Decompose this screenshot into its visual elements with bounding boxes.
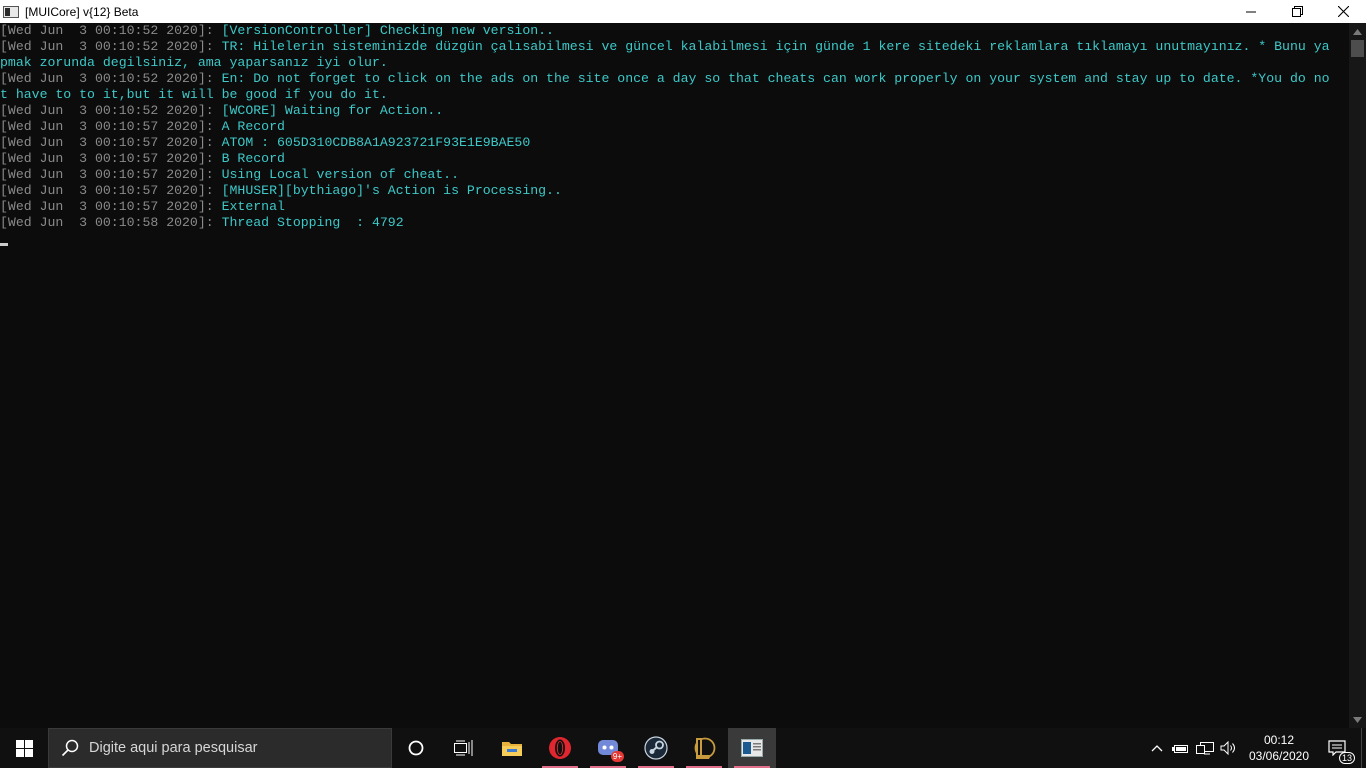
task-view-icon [454,740,473,756]
console-window-icon [3,5,19,18]
window-title: [MUICore] v{12} Beta [25,4,139,19]
log-message: Using Local version of cheat.. [221,167,460,182]
steam-button[interactable] [632,728,680,768]
restore-icon [1291,6,1303,17]
log-message: [MHUSER][bythiago]'s Action is Processin… [221,183,562,198]
windows-logo-icon [15,739,33,757]
task-view-button[interactable] [440,728,488,768]
speaker-icon [1220,741,1235,755]
console-line: [Wed Jun 3 00:10:57 2020]: A Record [0,119,1349,135]
clock-date: 03/06/2020 [1248,749,1310,763]
cortana-icon [408,740,424,756]
opera-icon [549,737,571,759]
scroll-up-arrow[interactable] [1349,23,1366,40]
log-message: B Record [221,151,285,166]
console-output[interactable]: [Wed Jun 3 00:10:52 2020]: [VersionContr… [0,23,1349,728]
search-icon [61,739,79,757]
action-center-button[interactable]: 13 [1317,728,1357,768]
volume-button[interactable] [1217,728,1241,768]
text-cursor [0,243,8,246]
search-box[interactable]: Digite aqui para pesquisar [48,728,392,768]
console-line: [Wed Jun 3 00:10:57 2020]: [MHUSER][byth… [0,183,1349,199]
clock[interactable]: 00:12 03/06/2020 [1241,728,1317,768]
taskbar: Digite aqui para pesquisar 9+ 00:12 03/0… [0,728,1366,768]
console-line: [Wed Jun 3 00:10:58 2020]: Thread Stoppi… [0,215,1349,231]
start-button[interactable] [0,728,48,768]
log-timestamp: [Wed Jun 3 00:10:57 2020]: [0,183,222,198]
log-timestamp: [Wed Jun 3 00:10:58 2020]: [0,215,222,230]
console-app-button[interactable] [728,728,776,768]
console-line: pmak zorunda degilsiniz, ama yaparsanız … [0,55,1349,71]
discord-button[interactable]: 9+ [584,728,632,768]
log-message: ATOM : 605D310CDB8A1A923721F93E1E9BAE50 [221,135,531,150]
window-controls [1228,0,1366,23]
cortana-button[interactable] [392,728,440,768]
notification-badge: 9+ [610,751,624,762]
log-timestamp: [Wed Jun 3 00:10:52 2020]: [0,71,222,86]
log-message: Thread Stopping : 4792 [221,215,404,230]
console-line: [Wed Jun 3 00:10:52 2020]: [WCORE] Waiti… [0,103,1349,119]
log-message: A Record [221,119,285,134]
system-tray: 00:12 03/06/2020 13 [1145,728,1366,768]
log-message: pmak zorunda degilsiniz, ama yaparsanız … [0,55,388,70]
steam-icon [644,736,668,760]
maximize-button[interactable] [1274,0,1320,23]
log-timestamp: [Wed Jun 3 00:10:57 2020]: [0,167,222,182]
log-message: TR: Hilelerin sisteminizde düzgün çalısa… [221,39,1330,54]
console-line: [Wed Jun 3 00:10:52 2020]: [VersionContr… [0,23,1349,39]
log-message: t have to to it,but it will be good if y… [0,87,388,102]
close-button[interactable] [1320,0,1366,23]
log-message: External [221,199,285,214]
log-timestamp: [Wed Jun 3 00:10:57 2020]: [0,119,222,134]
chevron-up-icon [1151,745,1163,752]
console-line: [Wed Jun 3 00:10:52 2020]: En: Do not fo… [0,71,1349,87]
console-line: [Wed Jun 3 00:10:57 2020]: B Record [0,151,1349,167]
console-app-icon [741,739,763,757]
log-message: En: Do not forget to click on the ads on… [221,71,1330,86]
minimize-button[interactable] [1228,0,1274,23]
file-explorer-icon [502,742,522,756]
network-icon [1196,742,1214,755]
battery-icon [1172,745,1188,753]
log-message: [WCORE] Waiting for Action.. [221,103,444,118]
log-timestamp: [Wed Jun 3 00:10:57 2020]: [0,199,222,214]
network-button[interactable] [1193,728,1217,768]
close-icon [1337,6,1349,17]
vertical-scrollbar[interactable] [1349,23,1366,728]
log-timestamp: [Wed Jun 3 00:10:52 2020]: [0,103,222,118]
scroll-down-arrow[interactable] [1349,711,1366,728]
title-bar[interactable]: [MUICore] v{12} Beta [0,0,1366,23]
console-line: t have to to it,but it will be good if y… [0,87,1349,103]
clock-time: 00:12 [1263,733,1295,747]
console-line: [Wed Jun 3 00:10:57 2020]: ATOM : 605D31… [0,135,1349,151]
battery-button[interactable] [1169,728,1193,768]
log-message: [VersionController] Checking new version… [221,23,554,38]
chevron-up-icon [1353,28,1362,35]
console-line: [Wed Jun 3 00:10:57 2020]: Using Local v… [0,167,1349,183]
scrollbar-thumb[interactable] [1351,40,1364,57]
log-timestamp: [Wed Jun 3 00:10:52 2020]: [0,39,222,54]
show-hidden-icons-button[interactable] [1145,728,1169,768]
file-explorer-button[interactable] [488,728,536,768]
league-of-legends-button[interactable] [680,728,728,768]
log-timestamp: [Wed Jun 3 00:10:57 2020]: [0,135,222,150]
search-placeholder: Digite aqui para pesquisar [89,740,258,756]
opera-button[interactable] [536,728,584,768]
console-line: [Wed Jun 3 00:10:57 2020]: External [0,199,1349,215]
show-desktop-button[interactable] [1361,728,1366,768]
league-of-legends-icon [694,737,716,759]
chevron-down-icon [1353,716,1362,723]
log-timestamp: [Wed Jun 3 00:10:57 2020]: [0,151,222,166]
notification-count: 13 [1338,752,1355,764]
log-timestamp: [Wed Jun 3 00:10:52 2020]: [0,23,222,38]
console-line: [Wed Jun 3 00:10:52 2020]: TR: Hilelerin… [0,39,1349,55]
minimize-icon [1246,11,1256,12]
